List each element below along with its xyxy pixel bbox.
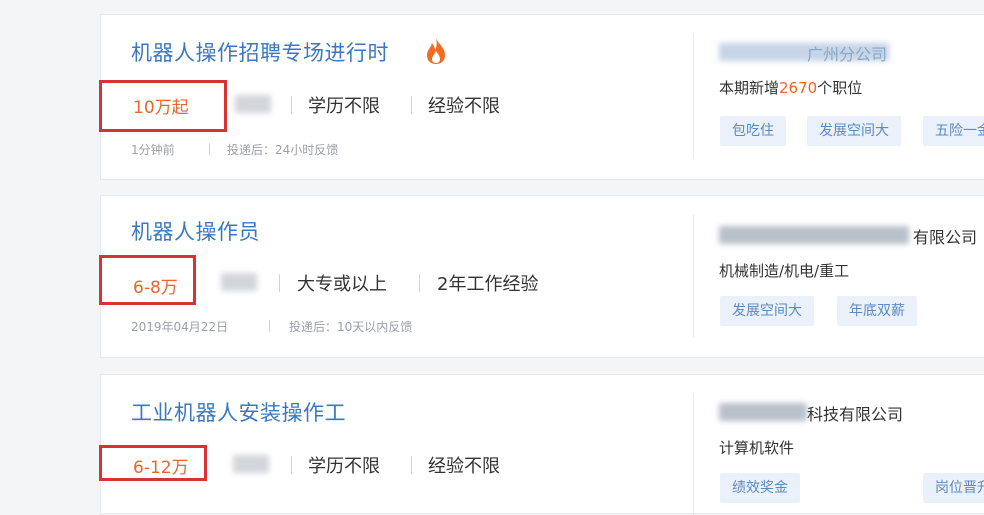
education-requirement: 学历不限: [308, 456, 380, 477]
education-requirement: 大专或以上: [297, 274, 387, 295]
count-suffix: 个职位: [817, 79, 863, 97]
education-requirement: 学历不限: [308, 96, 380, 117]
count-prefix: 本期新增: [719, 79, 780, 97]
separator: [291, 456, 292, 474]
job-title[interactable]: 机器人操作员: [131, 216, 260, 246]
card-divider: [693, 214, 694, 338]
location-redacted: [221, 273, 257, 291]
company-name[interactable]: 科技有限公司: [807, 401, 903, 425]
separator: [279, 274, 280, 292]
separator: [291, 96, 292, 114]
benefit-tag: 五险一金: [923, 116, 984, 146]
location-redacted: [235, 95, 271, 113]
separator: [411, 456, 412, 474]
company-industry: 机械制造/机电/重工: [719, 262, 850, 280]
company-name-redacted: [719, 226, 909, 244]
separator: [411, 96, 412, 114]
post-time: 1分钟前: [131, 143, 175, 157]
salary-highlight-box: [99, 255, 196, 305]
card-divider: [693, 393, 694, 515]
benefit-tag: 发展空间大: [807, 116, 901, 146]
fire-icon: [427, 38, 445, 64]
experience-requirement: 经验不限: [428, 456, 500, 477]
job-title[interactable]: 机器人操作招聘专场进行时: [131, 37, 389, 67]
benefit-tag: 年底双薪: [837, 296, 917, 326]
experience-requirement: 经验不限: [428, 96, 500, 117]
post-time: 2019年04月22日: [131, 320, 229, 334]
benefit-tag: 绩效奖金: [720, 473, 800, 503]
salary-highlight-box: [99, 445, 207, 481]
job-card[interactable]: 机器人操作员 6-8万 大专或以上 2年工作经验 2019年04月22日 投递后…: [99, 195, 984, 358]
feedback-time: 投递后：24小时反馈: [227, 143, 339, 157]
benefit-tag: 岗位晋升: [923, 473, 984, 503]
benefit-tag: 包吃住: [720, 116, 786, 146]
separator: [269, 320, 270, 332]
job-count: 2670: [779, 79, 818, 97]
salary-highlight-box: [99, 80, 227, 132]
company-name[interactable]: 有限公司: [913, 224, 977, 248]
benefit-tag: 发展空间大: [720, 296, 814, 326]
location-redacted: [233, 455, 269, 473]
job-card[interactable]: 工业机器人安装操作工 6-12万 学历不限 经验不限 科技有限公司 计算机软件 …: [99, 374, 984, 515]
company-name[interactable]: 广州分公司: [807, 41, 887, 65]
experience-requirement: 2年工作经验: [437, 274, 539, 295]
separator: [419, 274, 420, 292]
job-card[interactable]: 机器人操作招聘专场进行时 10万起 学历不限 经验不限 1分钟前 投递后：24小…: [99, 14, 984, 180]
company-industry: 计算机软件: [719, 439, 795, 457]
feedback-time: 投递后：10天以内反馈: [289, 320, 413, 334]
card-divider: [693, 33, 694, 159]
company-jobs-count: 本期新增2670个职位: [719, 77, 862, 98]
job-title[interactable]: 工业机器人安装操作工: [131, 397, 346, 427]
company-name-redacted: [719, 403, 807, 421]
separator: [209, 143, 210, 155]
